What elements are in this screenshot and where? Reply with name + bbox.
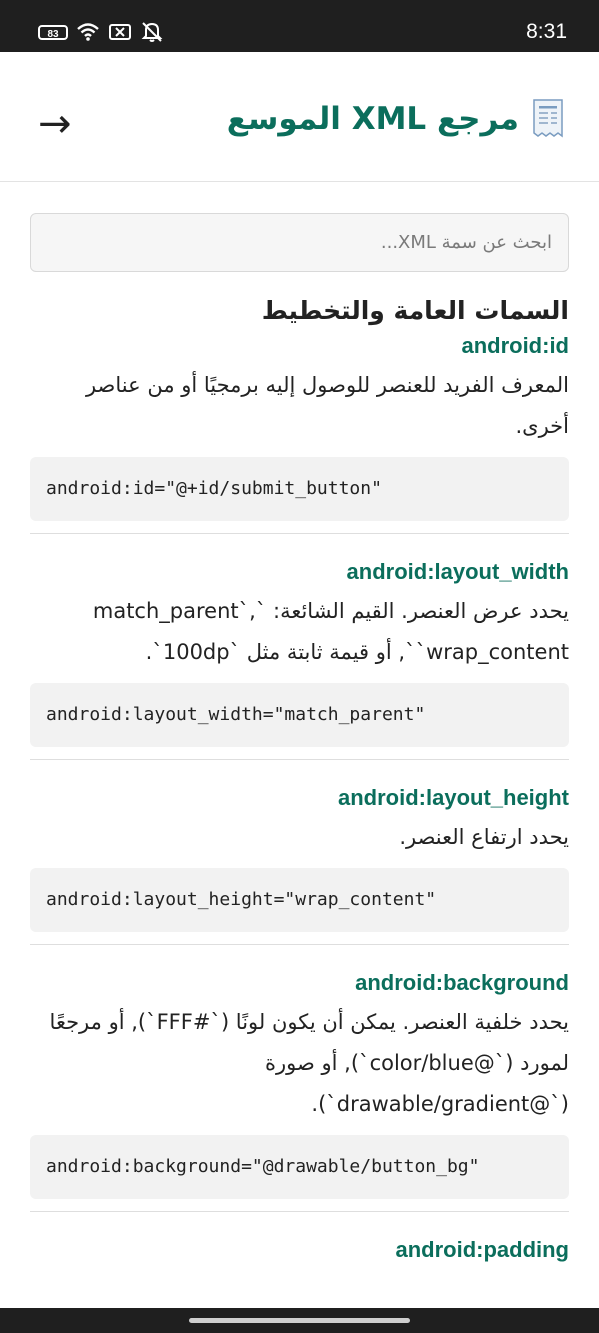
status-icons: 83 [38, 22, 164, 42]
attribute-card: android:padding [30, 1237, 569, 1281]
battery-icon: 83 [38, 24, 68, 40]
attribute-name: android:layout_height [338, 785, 569, 810]
code-snippet[interactable]: android:layout_height="wrap_content" [30, 868, 569, 932]
arrow-right-icon[interactable]: → [38, 104, 72, 144]
page-title-text: مرجع XML الموسع [226, 101, 519, 137]
page-title: مرجع XML الموسع [227, 98, 565, 140]
search-input[interactable] [30, 213, 569, 272]
status-time: 8:31 [526, 20, 567, 43]
system-nav-bar [0, 1308, 599, 1333]
attribute-name: android:layout_width [346, 559, 569, 584]
app-bar: → مرجع XML الموسع [0, 52, 599, 182]
attribute-card: android:id المعرف الفريد للعنصر للوصول إ… [30, 333, 569, 534]
code-snippet[interactable]: android:id="@+id/submit_button" [30, 457, 569, 521]
attribute-name: android:background [355, 970, 569, 995]
section-title: السمات العامة والتخطيط [261, 296, 569, 325]
main-content[interactable]: السمات العامة والتخطيط android:id المعرف… [30, 181, 569, 1308]
attribute-description: يحدد خلفية العنصر. يمكن أن يكون لونًا (`… [49, 1010, 569, 1116]
code-snippet[interactable]: android:background="@drawable/button_bg" [30, 1135, 569, 1199]
battery-level: 83 [47, 28, 59, 40]
code-snippet[interactable]: android:layout_width="match_parent" [30, 683, 569, 747]
attribute-card: android:background يحدد خلفية العنصر. يم… [30, 970, 569, 1212]
receipt-icon [531, 98, 565, 140]
attribute-card: android:layout_width يحدد عرض العنصر. ال… [30, 559, 569, 760]
attribute-name: android:padding [395, 1237, 569, 1262]
attribute-card: android:layout_height يحدد ارتفاع العنصر… [30, 785, 569, 945]
attribute-description: يحدد ارتفاع العنصر. [399, 825, 569, 849]
wifi-icon [76, 22, 100, 42]
bell-off-icon [140, 22, 164, 42]
no-sim-icon [108, 22, 132, 42]
attribute-description: يحدد عرض العنصر. القيم الشائعة: `match_p… [92, 599, 569, 664]
attribute-name: android:id [461, 333, 569, 358]
status-bar: 83 8:31 [0, 0, 599, 52]
home-gesture-handle[interactable] [189, 1318, 410, 1323]
attribute-description: المعرف الفريد للعنصر للوصول إليه برمجيًا… [85, 373, 569, 438]
